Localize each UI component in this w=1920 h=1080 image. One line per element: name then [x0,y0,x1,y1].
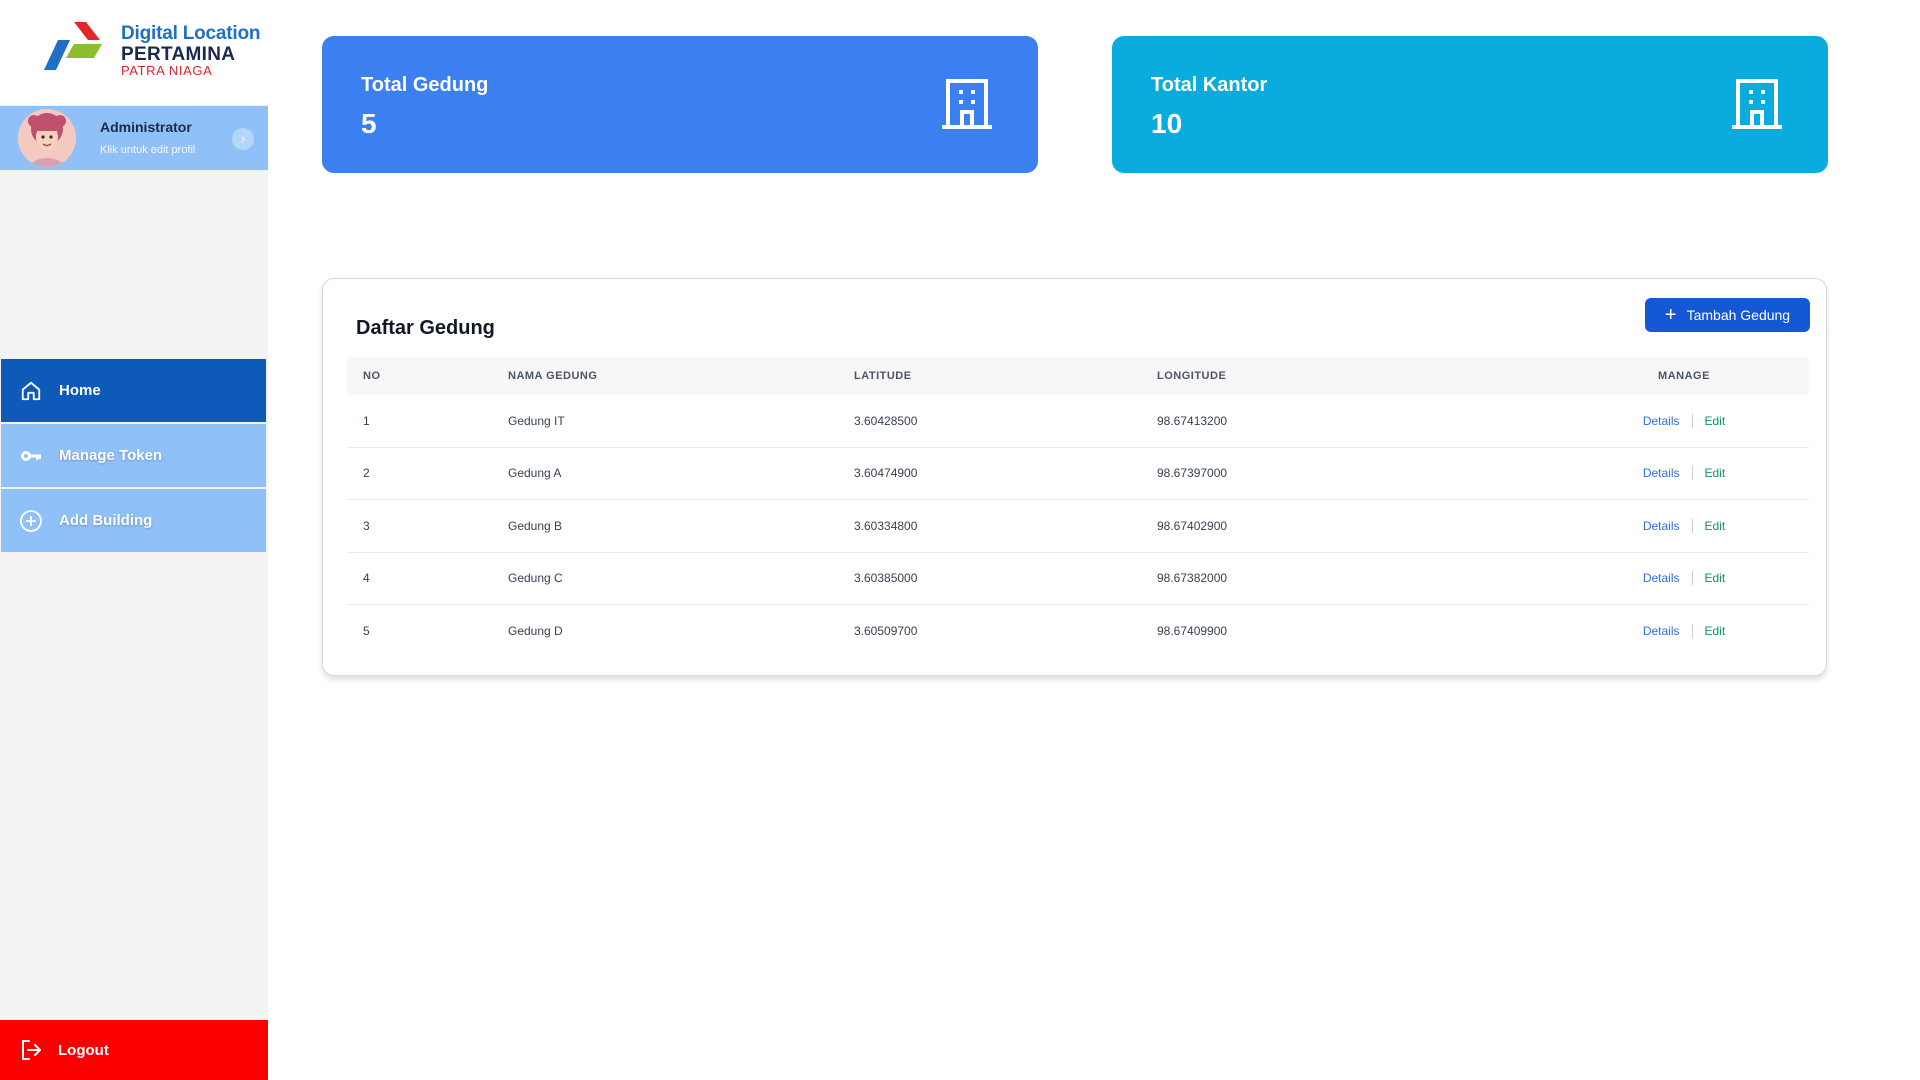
brand-logo[interactable]: Digital Location PERTAMINA PATRA NIAGA [0,0,268,105]
table-row: 1 Gedung IT 3.60428500 98.67413200 Detai… [347,395,1809,448]
cell-longitude: 98.67402900 [1157,518,1228,533]
cell-manage: Details Edit [1559,518,1809,533]
profile-subtitle: Klik untuk edit profil [100,144,196,156]
cell-latitude: 3.60474900 [854,466,918,481]
total-kantor-card: Total Kantor 10 [1112,36,1828,173]
key-icon [17,442,45,470]
edit-link[interactable]: Edit [1705,414,1726,428]
cell-no: 5 [363,624,370,639]
logout-icon [17,1036,45,1064]
cell-manage: Details Edit [1559,624,1809,639]
cell-latitude: 3.60334800 [854,518,918,533]
add-building-label: Tambah Gedung [1686,307,1791,323]
cell-longitude: 98.67409900 [1157,624,1228,639]
divider [1691,571,1693,586]
logout-button[interactable]: Logout [0,1020,268,1080]
sidebar-item-label: Add Building [59,512,153,529]
building-list-panel: Daftar Gedung + Tambah Gedung NO NAMA GE… [322,278,1827,676]
column-header-latitude: LATITUDE [854,370,912,382]
cell-longitude: 98.67382000 [1157,571,1228,586]
cell-manage: Details Edit [1559,571,1809,586]
sidebar-item-add-building[interactable]: Add Building [1,489,266,552]
cell-no: 4 [363,571,370,586]
building-icon [942,79,992,129]
sidebar-item-home[interactable]: Home [1,359,266,422]
table-row: 5 Gedung D 3.60509700 98.67409900 Detail… [347,605,1809,658]
profile-name: Administrator [100,119,192,135]
avatar-image-icon [18,109,76,167]
cell-name: Gedung D [508,624,563,639]
cell-name: Gedung C [508,571,563,586]
cell-latitude: 3.60428500 [854,413,918,428]
edit-link[interactable]: Edit [1705,519,1726,533]
building-icon [1732,79,1782,129]
brand-line-3: PATRA NIAGA [121,63,213,78]
cell-name: Gedung B [508,518,563,533]
chevron-right-icon[interactable]: › [232,128,254,150]
table-row: 4 Gedung C 3.60385000 98.67382000 Detail… [347,553,1809,605]
divider [1691,413,1693,428]
sidebar-item-label: Home [59,382,101,399]
edit-link[interactable]: Edit [1705,466,1726,480]
table-row: 3 Gedung B 3.60334800 98.67402900 Detail… [347,500,1809,553]
edit-link[interactable]: Edit [1705,624,1726,638]
cell-no: 2 [363,466,370,481]
column-header-name: NAMA GEDUNG [508,370,598,382]
panel-title: Daftar Gedung [356,317,495,339]
details-link[interactable]: Details [1643,519,1680,533]
column-header-no: NO [363,370,381,382]
profile-card[interactable]: Administrator Klik untuk edit profil › [0,106,268,170]
cell-no: 1 [363,413,370,428]
card-label: Total Kantor [1151,74,1268,96]
card-value: 5 [361,108,377,139]
table-row: 2 Gedung A 3.60474900 98.67397000 Detail… [347,448,1809,500]
card-value: 10 [1151,108,1183,139]
cell-longitude: 98.67413200 [1157,413,1228,428]
divider [1691,624,1693,639]
details-link[interactable]: Details [1643,571,1680,585]
plus-circle-icon [17,507,45,535]
details-link[interactable]: Details [1643,624,1680,638]
home-icon [17,377,45,405]
cell-manage: Details Edit [1559,413,1809,428]
avatar [18,109,76,167]
cell-latitude: 3.60385000 [854,571,918,586]
building-table: NO NAMA GEDUNG LATITUDE LONGITUDE MANAGE… [347,357,1809,658]
pertamina-logo-icon [44,22,102,70]
column-header-longitude: LONGITUDE [1157,370,1227,382]
sidebar-item-manage-token[interactable]: Manage Token [1,424,266,487]
cell-manage: Details Edit [1559,466,1809,481]
divider [1691,518,1693,533]
cell-name: Gedung A [508,466,562,481]
sidebar: Digital Location PERTAMINA PATRA NIAGA A… [0,0,268,1080]
details-link[interactable]: Details [1643,414,1680,428]
card-label: Total Gedung [361,74,489,96]
add-building-button[interactable]: + Tambah Gedung [1645,298,1810,332]
divider [1691,466,1693,481]
column-header-manage: MANAGE [1658,370,1710,382]
cell-latitude: 3.60509700 [854,624,918,639]
logout-label: Logout [58,1041,109,1059]
brand-line-1: Digital Location [121,23,261,44]
cell-name: Gedung IT [508,413,565,428]
sidebar-item-label: Manage Token [59,447,163,464]
total-gedung-card: Total Gedung 5 [322,36,1038,173]
details-link[interactable]: Details [1643,466,1680,480]
table-header: NO NAMA GEDUNG LATITUDE LONGITUDE MANAGE [347,357,1809,395]
edit-link[interactable]: Edit [1705,571,1726,585]
plus-icon: + [1664,304,1677,326]
cell-longitude: 98.67397000 [1157,466,1228,481]
cell-no: 3 [363,518,370,533]
